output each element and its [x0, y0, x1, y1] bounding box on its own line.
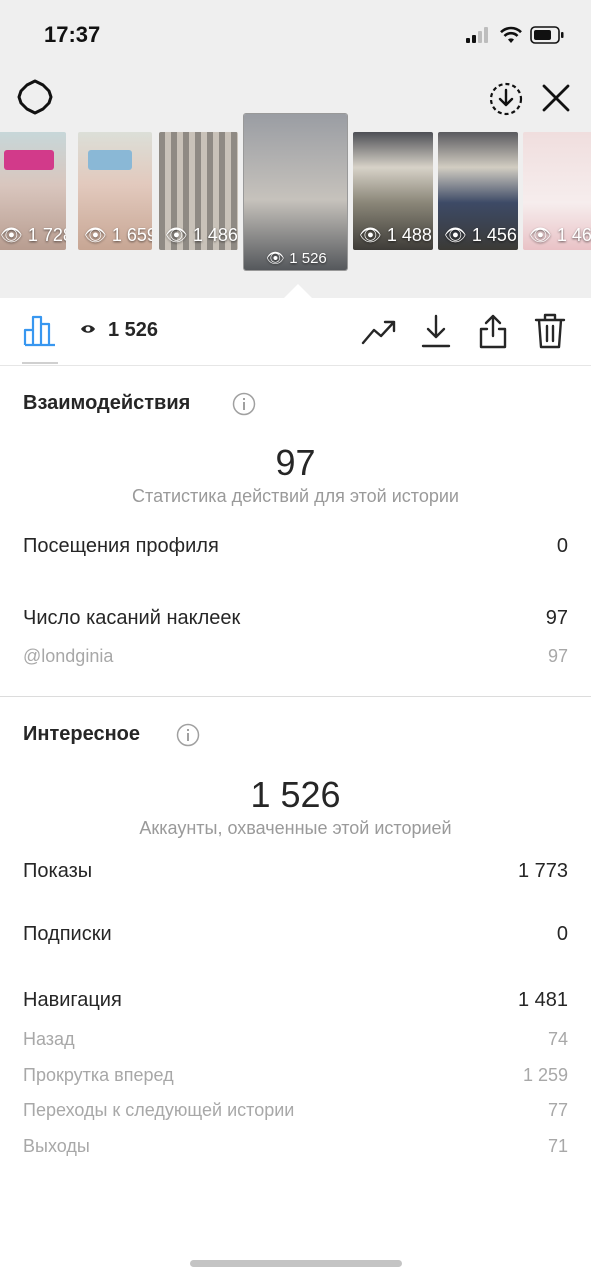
interactions-subtitle: Статистика действий для этой истории	[132, 486, 459, 506]
metric-label: Навигация	[23, 989, 122, 1011]
story-views: 👁 1 728	[0, 225, 66, 246]
story-views-value: 1 488	[386, 225, 432, 245]
metric-subrow: @londginia 97	[23, 646, 568, 674]
discovery-title: Интересное	[23, 723, 140, 745]
eye-icon: 👁	[359, 225, 382, 245]
story-preview-area: 17:37 👁 1 728	[0, 0, 591, 298]
share-icon[interactable]	[477, 312, 509, 350]
story-views: 👁 1 456	[444, 225, 517, 246]
story-views-value: 1 456	[471, 225, 517, 245]
download-icon[interactable]	[420, 313, 452, 349]
metric-value: 97	[545, 607, 568, 629]
interactions-title: Взаимодействия	[23, 392, 191, 414]
metric-sublabel: Прокрутка вперед	[23, 1065, 174, 1085]
metric-subvalue: 1 259	[522, 1065, 568, 1085]
eye-icon: 👁	[84, 225, 107, 245]
story-views-value: 1 659	[111, 225, 152, 245]
story-thumbnail[interactable]: 👁 1 488	[353, 132, 433, 250]
signal-icon	[466, 27, 492, 43]
story-sticker	[88, 150, 132, 170]
metric-sublabel: Назад	[23, 1029, 75, 1049]
metric-subvalue: 71	[547, 1136, 568, 1156]
metric-sublabel: Переходы к следующей истории	[23, 1100, 295, 1120]
story-views-value: 1 486	[192, 225, 238, 245]
insights-tab-indicator	[22, 362, 58, 364]
story-thumbnail[interactable]: 👁 1 486	[159, 132, 238, 250]
story-thumbnail[interactable]: 👁 1 659	[78, 132, 152, 250]
story-views: 👁 1 659	[84, 225, 152, 246]
close-icon[interactable]	[541, 83, 571, 113]
viewers-count[interactable]: 1 526	[108, 319, 158, 342]
eye-icon: 👁	[529, 225, 552, 245]
metric-value: 1 773	[517, 860, 568, 882]
trend-icon[interactable]	[361, 316, 397, 346]
story-views-value: 1 728	[27, 225, 66, 245]
story-views: 👁 1 465	[529, 225, 591, 246]
home-indicator[interactable]	[190, 1260, 402, 1267]
metric-sublabel: @londginia	[23, 646, 114, 666]
story-views-value: 1 526	[289, 250, 327, 267]
reach-subtitle: Аккаунты, охваченные этой историей	[139, 818, 452, 838]
metric-value: 1 481	[517, 989, 568, 1011]
story-thumbnail[interactable]: 👁 1 456	[438, 132, 518, 250]
metric-row: Посещения профиля 0	[23, 535, 568, 563]
delete-icon[interactable]	[533, 312, 567, 350]
status-bar: 17:37	[0, 0, 591, 70]
insights-icon[interactable]	[22, 312, 58, 348]
eye-icon: 👁	[165, 225, 188, 245]
section-divider	[0, 696, 591, 697]
story-toolbar: 1 526	[0, 298, 591, 366]
metric-subrow: Прокрутка вперед 1 259	[23, 1065, 568, 1093]
metric-subrow: Назад 74	[23, 1029, 568, 1057]
metric-label: Подписки	[23, 923, 112, 945]
battery-icon	[530, 26, 564, 44]
metric-row: Навигация 1 481	[23, 989, 568, 1017]
metric-row: Число касаний наклеек 97	[23, 607, 568, 635]
metric-label: Посещения профиля	[23, 535, 219, 557]
metric-subrow: Выходы 71	[23, 1136, 568, 1164]
story-thumbnail-selected[interactable]: 👁 1 526	[244, 114, 347, 270]
stories-carousel: 👁 1 728 👁 1 659 👁 1 486 👁 1 526 👁 1 488	[0, 112, 591, 272]
story-sticker	[4, 150, 54, 170]
metric-subvalue: 74	[547, 1029, 568, 1049]
story-thumbnail[interactable]: 👁 1 728	[0, 132, 66, 250]
info-icon[interactable]	[176, 723, 200, 747]
wifi-icon	[500, 26, 522, 43]
metric-value: 0	[556, 535, 568, 557]
status-time: 17:37	[44, 22, 101, 47]
metric-row: Показы 1 773	[23, 860, 568, 888]
metric-row: Подписки 0	[23, 923, 568, 951]
story-views: 👁 1 526	[266, 249, 327, 267]
interactions-total: 97	[275, 442, 316, 483]
metric-subrow: Переходы к следующей истории 77	[23, 1100, 568, 1128]
metric-label: Показы	[23, 860, 93, 882]
metric-subvalue: 97	[547, 646, 568, 666]
metric-subvalue: 77	[547, 1100, 568, 1120]
story-views: 👁 1 488	[359, 225, 432, 246]
story-views-value: 1 465	[556, 225, 591, 245]
reach-total: 1 526	[250, 774, 341, 815]
story-thumbnail[interactable]: 👁 1 465	[523, 132, 591, 250]
metric-label: Число касаний наклеек	[23, 607, 241, 629]
info-icon[interactable]	[232, 392, 256, 416]
selected-story-pointer	[284, 284, 312, 298]
metric-value: 0	[556, 923, 568, 945]
story-views: 👁 1 486	[165, 225, 238, 246]
eye-icon	[81, 325, 95, 333]
eye-icon: 👁	[444, 225, 467, 245]
eye-icon: 👁	[0, 225, 23, 245]
settings-icon[interactable]	[16, 78, 54, 116]
eye-icon: 👁	[266, 250, 286, 267]
metric-sublabel: Выходы	[23, 1136, 90, 1156]
